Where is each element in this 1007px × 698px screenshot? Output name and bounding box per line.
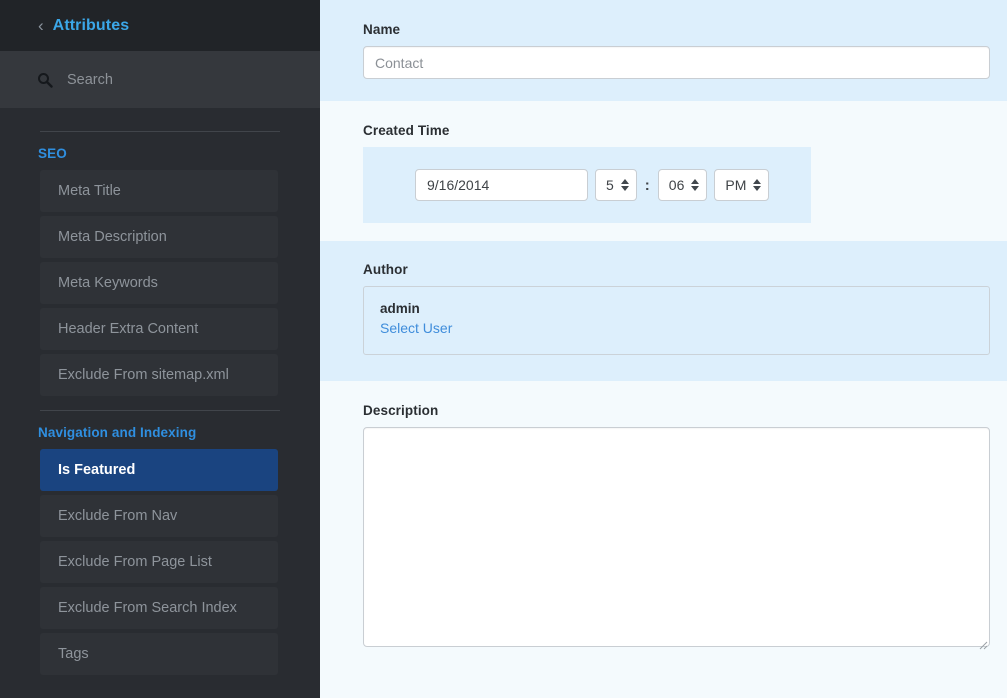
- time-separator: :: [644, 176, 650, 194]
- hour-stepper[interactable]: 5: [595, 169, 637, 201]
- name-label: Name: [363, 22, 401, 37]
- sidebar-item-exclude-from-page-list[interactable]: Exclude From Page List: [40, 541, 278, 583]
- date-input[interactable]: [415, 169, 588, 201]
- sidebar-section-navigation-and-indexing: Navigation and Indexing Is Featured Excl…: [0, 410, 320, 675]
- created-time-section: Created Time 5 : 06: [320, 101, 1007, 241]
- sidebar-item-label: Meta Title: [58, 183, 121, 199]
- search-icon: [36, 71, 53, 88]
- sidebar-item-exclude-from-sitemap[interactable]: Exclude From sitemap.xml: [40, 354, 278, 396]
- author-section: Author admin Select User: [320, 241, 1007, 381]
- meridiem-value: PM: [725, 177, 747, 193]
- sidebar-section-seo: SEO Meta Title Meta Description Meta Key…: [0, 131, 320, 396]
- author-name: admin: [380, 301, 420, 316]
- sidebar-item-label: Exclude From Nav: [58, 508, 178, 524]
- stepper-arrows-icon: [620, 179, 629, 191]
- author-label: Author: [363, 262, 408, 277]
- description-wrapper: [363, 427, 990, 652]
- main-content: Name Created Time 5 : 06: [320, 0, 1007, 698]
- sidebar: ‹ Attributes SEO Meta Title Meta: [0, 0, 320, 698]
- sidebar-item-label: Tags: [58, 646, 89, 662]
- sidebar-item-label: Meta Description: [58, 229, 167, 245]
- sidebar-item-exclude-from-nav[interactable]: Exclude From Nav: [40, 495, 278, 537]
- section-title-navigation-and-indexing: Navigation and Indexing: [38, 425, 197, 440]
- sidebar-item-label: Is Featured: [58, 462, 136, 478]
- chevron-left-icon[interactable]: ‹: [38, 17, 44, 34]
- minute-value: 06: [668, 177, 685, 193]
- time-row: 5 : 06 PM: [415, 169, 811, 201]
- description-section: Description: [320, 381, 1007, 674]
- description-label: Description: [363, 403, 439, 418]
- stepper-arrows-icon: [691, 179, 700, 191]
- sidebar-item-meta-title[interactable]: Meta Title: [40, 170, 278, 212]
- hour-value: 5: [606, 177, 614, 193]
- description-textarea[interactable]: [363, 427, 990, 647]
- sidebar-nav-list: SEO Meta Title Meta Description Meta Key…: [0, 108, 320, 698]
- created-time-picker-group: 5 : 06 PM: [363, 147, 811, 223]
- sidebar-title: Attributes: [52, 16, 130, 34]
- sidebar-item-label: Exclude From Search Index: [58, 600, 237, 616]
- sidebar-item-label: Exclude From Page List: [58, 554, 212, 570]
- select-user-link[interactable]: Select User: [380, 320, 452, 336]
- sidebar-item-meta-description[interactable]: Meta Description: [40, 216, 278, 258]
- sidebar-item-label: Exclude From sitemap.xml: [58, 367, 229, 383]
- section-title-seo: SEO: [38, 146, 67, 161]
- created-time-label: Created Time: [363, 123, 450, 138]
- sidebar-item-header-extra-content[interactable]: Header Extra Content: [40, 308, 278, 350]
- sidebar-item-label: Header Extra Content: [58, 321, 199, 337]
- name-section: Name: [320, 0, 1007, 101]
- minute-stepper[interactable]: 06: [657, 169, 708, 201]
- sidebar-item-is-featured[interactable]: Is Featured: [40, 449, 278, 491]
- author-box: admin Select User: [363, 286, 990, 355]
- sidebar-search-bar[interactable]: [0, 51, 320, 108]
- app-root: ‹ Attributes SEO Meta Title Meta: [0, 0, 1007, 698]
- sidebar-item-exclude-from-search-index[interactable]: Exclude From Search Index: [40, 587, 278, 629]
- sidebar-item-meta-keywords[interactable]: Meta Keywords: [40, 262, 278, 304]
- sidebar-item-tags[interactable]: Tags: [40, 633, 278, 675]
- name-input[interactable]: [363, 46, 990, 79]
- search-input[interactable]: [67, 71, 267, 88]
- meridiem-stepper[interactable]: PM: [714, 169, 770, 201]
- stepper-arrows-icon: [753, 179, 762, 191]
- sidebar-header: ‹ Attributes: [0, 0, 320, 51]
- sidebar-item-label: Meta Keywords: [58, 275, 158, 291]
